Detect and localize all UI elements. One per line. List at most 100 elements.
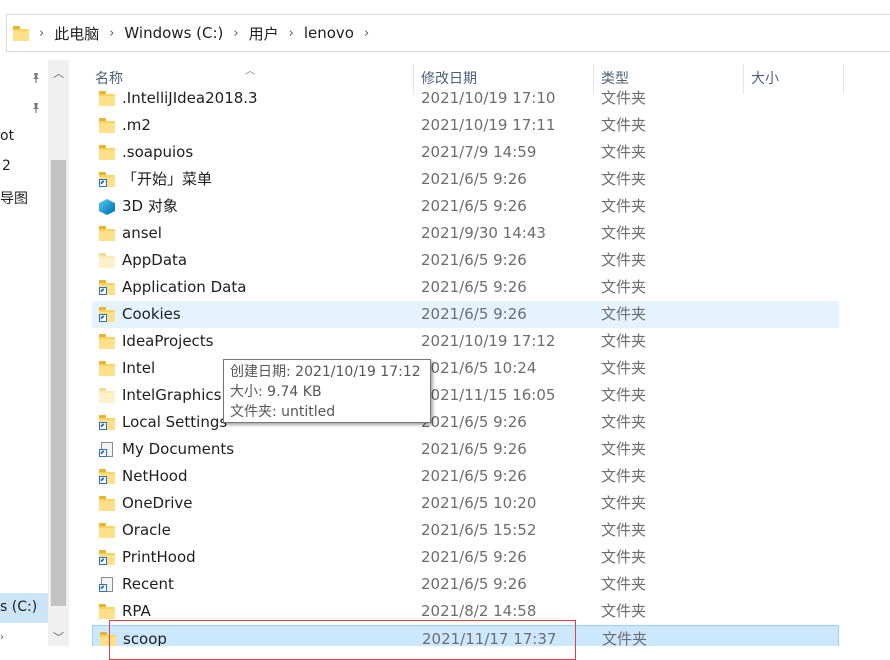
file-name: Application Data xyxy=(122,278,247,296)
shortcut-folder-icon xyxy=(99,307,115,322)
folder-icon xyxy=(99,145,115,160)
file-name: .soapuios xyxy=(122,143,194,161)
file-type: 文件夹 xyxy=(601,305,647,323)
shortcut-folder-icon xyxy=(99,172,115,187)
nav-item[interactable]: 导图 xyxy=(0,188,28,208)
tooltip-folder: 文件夹: untitled xyxy=(230,404,336,420)
file-type: 文件夹 xyxy=(601,440,647,458)
table-row[interactable]: Local Settings 2021/6/5 9:26 文件夹 xyxy=(92,409,839,436)
table-row[interactable]: 「开始」菜单 2021/6/5 9:26 文件夹 xyxy=(92,166,839,193)
table-row[interactable]: .IntelliJIdea2018.3 2021/10/19 17:10 文件夹 xyxy=(92,86,839,112)
file-date: 2021/6/5 9:26 xyxy=(421,278,527,296)
file-name: Intel xyxy=(122,359,156,377)
breadcrumb-windows-c[interactable]: Windows (C:) xyxy=(124,24,223,42)
file-name: AppData xyxy=(122,251,188,269)
shortcut-document-icon xyxy=(99,577,115,592)
scrollbar-thumb[interactable] xyxy=(51,160,66,606)
shortcut-folder-icon xyxy=(99,415,115,430)
file-name: IntelGraphicsP xyxy=(122,386,231,404)
table-row[interactable]: PrintHood 2021/6/5 9:26 文件夹 xyxy=(92,544,839,571)
folder-icon xyxy=(99,604,115,619)
table-row[interactable]: .m2 2021/10/19 17:11 文件夹 xyxy=(92,112,839,139)
table-row[interactable]: Intel 2021/6/5 10:24 文件夹 xyxy=(92,355,839,382)
navigation-pane: ot 2 导图 s (C:) › xyxy=(0,60,48,646)
file-date: 2021/9/30 14:43 xyxy=(421,224,546,242)
file-type: 文件夹 xyxy=(601,521,647,539)
breadcrumb-lenovo[interactable]: lenovo xyxy=(304,24,354,42)
table-row[interactable]: OneDrive 2021/6/5 10:20 文件夹 xyxy=(92,490,839,517)
folder-icon xyxy=(99,523,115,538)
table-row[interactable]: ansel 2021/9/30 14:43 文件夹 xyxy=(92,220,839,247)
file-date: 2021/10/19 17:11 xyxy=(421,116,556,134)
table-row[interactable]: Application Data 2021/6/5 9:26 文件夹 xyxy=(92,274,839,301)
window-top-edge xyxy=(0,0,890,14)
folder-icon xyxy=(99,226,115,241)
table-row[interactable]: My Documents 2021/6/5 9:26 文件夹 xyxy=(92,436,839,463)
folder-icon xyxy=(99,91,115,106)
table-row[interactable]: 3D 对象 2021/6/5 9:26 文件夹 xyxy=(92,193,839,220)
table-row[interactable]: AppData 2021/6/5 9:26 文件夹 xyxy=(92,247,839,274)
file-type: 文件夹 xyxy=(601,89,647,107)
file-date: 2021/6/5 9:26 xyxy=(421,251,527,269)
file-date: 2021/11/15 16:05 xyxy=(421,386,556,404)
file-name: 「开始」菜单 xyxy=(122,170,213,188)
file-type: 文件夹 xyxy=(601,224,647,242)
nav-scrollbar[interactable]: ︿ ﹀ xyxy=(48,60,69,646)
file-type: 文件夹 xyxy=(601,170,647,188)
file-name: OneDrive xyxy=(122,494,193,512)
table-row[interactable]: IntelGraphicsP 2021/11/15 16:05 文件夹 xyxy=(92,382,839,409)
file-name: Recent xyxy=(122,575,174,593)
expand-icon[interactable]: › xyxy=(0,632,4,643)
pin-icon[interactable] xyxy=(30,102,42,114)
chevron-right-icon[interactable]: › xyxy=(109,26,114,41)
pin-icon[interactable] xyxy=(30,72,42,84)
chevron-right-icon[interactable]: › xyxy=(233,26,238,41)
file-type: 文件夹 xyxy=(601,143,647,161)
file-date: 2021/6/5 9:26 xyxy=(421,467,527,485)
file-type: 文件夹 xyxy=(601,467,647,485)
nav-item-selected[interactable]: s (C:) xyxy=(0,593,48,623)
annotation-highlight-box xyxy=(109,620,576,660)
table-row[interactable]: Recent 2021/6/5 9:26 文件夹 xyxy=(92,571,839,598)
table-row[interactable]: Oracle 2021/6/5 15:52 文件夹 xyxy=(92,517,839,544)
folder-icon xyxy=(99,496,115,511)
table-row[interactable]: IdeaProjects 2021/10/19 17:12 文件夹 xyxy=(92,328,839,355)
file-date: 2021/6/5 9:26 xyxy=(421,170,527,188)
file-date: 2021/6/5 15:52 xyxy=(421,521,537,539)
file-date: 2021/6/5 9:26 xyxy=(421,305,527,323)
file-name: 3D 对象 xyxy=(122,197,178,215)
nav-item[interactable]: ot xyxy=(0,128,14,144)
file-type: 文件夹 xyxy=(601,116,647,134)
table-row[interactable]: NetHood 2021/6/5 9:26 文件夹 xyxy=(92,463,839,490)
file-name: PrintHood xyxy=(122,548,196,566)
scroll-up-icon[interactable]: ︿ xyxy=(52,68,65,80)
address-bar[interactable]: › 此电脑 › Windows (C:) › 用户 › lenovo › xyxy=(6,14,890,52)
chevron-right-icon[interactable]: › xyxy=(289,26,294,41)
file-type: 文件夹 xyxy=(601,548,647,566)
file-type: 文件夹 xyxy=(601,602,647,620)
file-type: 文件夹 xyxy=(602,630,648,646)
hidden-folder-icon xyxy=(99,388,115,403)
file-type: 文件夹 xyxy=(601,413,647,431)
folder-icon xyxy=(99,334,115,349)
file-type: 文件夹 xyxy=(601,332,647,350)
shortcut-folder-icon xyxy=(99,550,115,565)
chevron-right-icon[interactable]: › xyxy=(364,26,369,41)
file-name: Cookies xyxy=(122,305,181,323)
breadcrumb-users[interactable]: 用户 xyxy=(249,23,279,44)
nav-item[interactable]: 2 xyxy=(2,158,11,174)
file-date: 2021/6/5 9:26 xyxy=(421,575,527,593)
file-name: .m2 xyxy=(122,116,151,134)
table-row[interactable]: .soapuios 2021/7/9 14:59 文件夹 xyxy=(92,139,839,166)
file-date: 2021/6/5 9:26 xyxy=(421,440,527,458)
scroll-down-icon[interactable]: ﹀ xyxy=(52,632,65,644)
breadcrumb-this-pc[interactable]: 此电脑 xyxy=(54,23,99,44)
folder-icon xyxy=(13,26,29,41)
table-row[interactable]: Cookies 2021/6/5 9:26 文件夹 xyxy=(92,301,839,328)
folder-icon xyxy=(99,361,115,376)
3d-objects-icon xyxy=(99,199,115,215)
file-name: NetHood xyxy=(122,467,188,485)
shortcut-document-icon xyxy=(99,442,115,457)
chevron-right-icon[interactable]: › xyxy=(39,26,44,41)
folder-icon xyxy=(99,118,115,133)
